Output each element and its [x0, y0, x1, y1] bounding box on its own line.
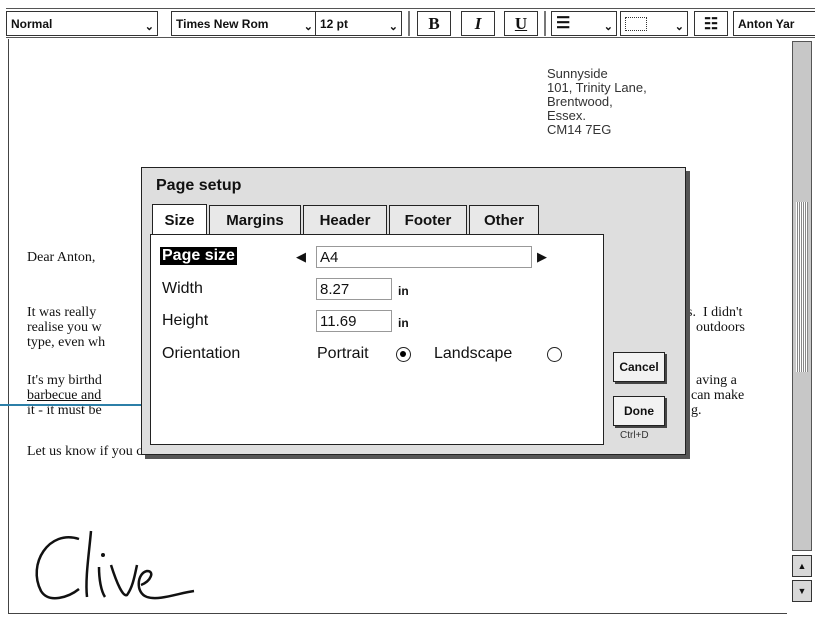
landscape-label[interactable]: Landscape [434, 345, 512, 363]
recipient-field[interactable]: Anton Yar [733, 11, 815, 36]
tab-size[interactable]: Size [152, 204, 207, 235]
underline-button[interactable]: U [504, 11, 538, 36]
width-field[interactable]: 8.27 [316, 278, 392, 300]
arrow-down-icon: ▼ [797, 586, 807, 596]
paragraph-line: can make [691, 388, 745, 403]
chevron-down-icon: ⌄ [144, 21, 154, 33]
border-icon [625, 16, 647, 31]
tab-header[interactable]: Header [303, 205, 387, 234]
scroll-up-button[interactable]: ▲ [792, 555, 812, 577]
paragraph-line: aving a [696, 373, 737, 388]
bold-button[interactable]: B [417, 11, 451, 36]
italic-button[interactable]: I [461, 11, 495, 36]
signature [19, 509, 279, 609]
page-setup-dialog: Page setup Size Margins Header Footer Ot… [141, 167, 686, 455]
scroll-track[interactable] [792, 41, 812, 551]
portrait-radio[interactable] [396, 347, 411, 362]
address-line: Sunnyside [547, 66, 608, 81]
done-shortcut: Ctrl+D [620, 430, 649, 441]
recipient-value: Anton Yar [738, 16, 795, 31]
paragraph-line: type, even wh [27, 335, 106, 350]
scroll-thumb[interactable] [796, 202, 808, 372]
height-label: Height [162, 312, 209, 329]
chevron-down-icon: ⌄ [674, 21, 684, 33]
size-dropdown[interactable]: 12 pt ⌄ [315, 11, 402, 36]
page-size-field[interactable]: A4 [316, 246, 532, 268]
style-dropdown[interactable]: Normal ⌄ [6, 11, 158, 36]
font-value: Times New Rom [176, 16, 269, 31]
font-dropdown[interactable]: Times New Rom ⌄ [171, 11, 317, 36]
chevron-down-icon: ⌄ [303, 21, 313, 33]
paragraph-line: barbecue and [27, 388, 102, 403]
address-line: 101, Trinity Lane, [547, 80, 647, 95]
paragraph-line: g. [691, 403, 702, 418]
arrow-left-icon[interactable]: ◀ [296, 249, 306, 265]
tab-margins[interactable]: Margins [209, 205, 301, 234]
toolbar-divider [408, 11, 410, 36]
address-line: CM14 7EG [547, 122, 612, 137]
address-line: Brentwood, [547, 94, 613, 109]
border-dropdown[interactable]: ⌄ [620, 11, 688, 36]
paragraph-line: It's my birthd [27, 373, 102, 388]
tab-other[interactable]: Other [469, 205, 539, 234]
align-dropdown[interactable]: ☰ ⌄ [551, 11, 617, 36]
signature-image [35, 530, 195, 600]
bullet-list-icon: ☷ [703, 15, 719, 33]
page-size-value: A4 [320, 248, 339, 266]
salutation: Dear Anton, [27, 250, 96, 265]
width-unit: in [398, 284, 409, 298]
paragraph-line: outdoors [696, 320, 745, 335]
done-button[interactable]: Done [613, 396, 665, 426]
paragraph-line: s. I didn't [687, 305, 743, 320]
landscape-radio[interactable] [547, 347, 562, 362]
arrow-up-icon: ▲ [797, 561, 807, 571]
paragraph-line: realise you w [27, 320, 102, 335]
bullets-button[interactable]: ☷ [694, 11, 728, 36]
width-value: 8.27 [320, 280, 350, 298]
paragraph-line: It was really [27, 305, 97, 320]
size-value: 12 pt [320, 16, 349, 31]
address-line: Essex. [547, 108, 587, 123]
height-value: 11.69 [320, 312, 357, 330]
align-left-icon: ☰ [556, 14, 571, 32]
chevron-down-icon: ⌄ [388, 21, 398, 33]
page-size-label[interactable]: Page size [160, 247, 237, 265]
height-field[interactable]: 11.69 [316, 310, 392, 332]
dialog-title: Page setup [156, 177, 242, 194]
width-label: Width [162, 280, 203, 297]
portrait-label[interactable]: Portrait [317, 345, 369, 363]
toolbar: Normal ⌄ Times New Rom ⌄ 12 pt ⌄ B I U ☰… [6, 8, 815, 38]
cancel-button[interactable]: Cancel [613, 352, 665, 382]
chevron-down-icon: ⌄ [603, 21, 613, 33]
height-unit: in [398, 316, 409, 330]
vertical-scrollbar[interactable]: ▲ ▼ [789, 39, 815, 614]
arrow-right-icon[interactable]: ▶ [537, 249, 547, 265]
tab-footer[interactable]: Footer [389, 205, 467, 234]
size-panel: Page size ◀ A4 ▶ Width 8.27 in Height 11… [150, 234, 604, 445]
orientation-label: Orientation [162, 345, 241, 362]
style-value: Normal [11, 16, 53, 31]
scroll-down-button[interactable]: ▼ [792, 580, 812, 602]
toolbar-divider [544, 11, 546, 36]
sender-address: Sunnyside 101, Trinity Lane, Brentwood, … [547, 67, 647, 137]
